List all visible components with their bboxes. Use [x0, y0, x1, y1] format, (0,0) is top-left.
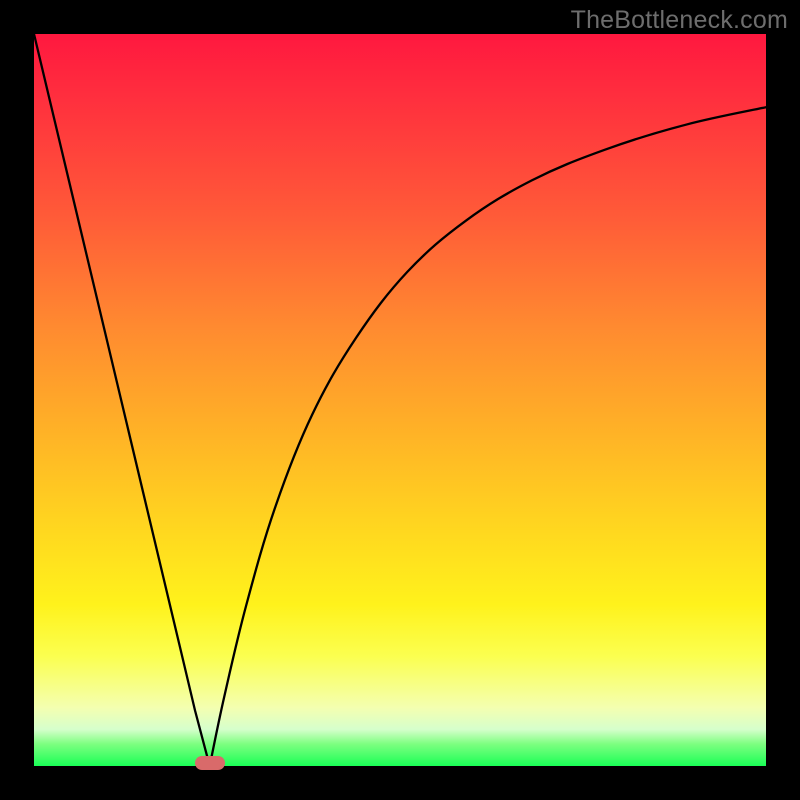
- min-marker: [195, 756, 225, 770]
- chart-frame: TheBottleneck.com: [0, 0, 800, 800]
- watermark-text: TheBottleneck.com: [571, 6, 788, 35]
- curve-right: [210, 107, 766, 766]
- plot-area: [34, 34, 766, 766]
- curve-left: [34, 34, 210, 766]
- bottleneck-curve: [34, 34, 766, 766]
